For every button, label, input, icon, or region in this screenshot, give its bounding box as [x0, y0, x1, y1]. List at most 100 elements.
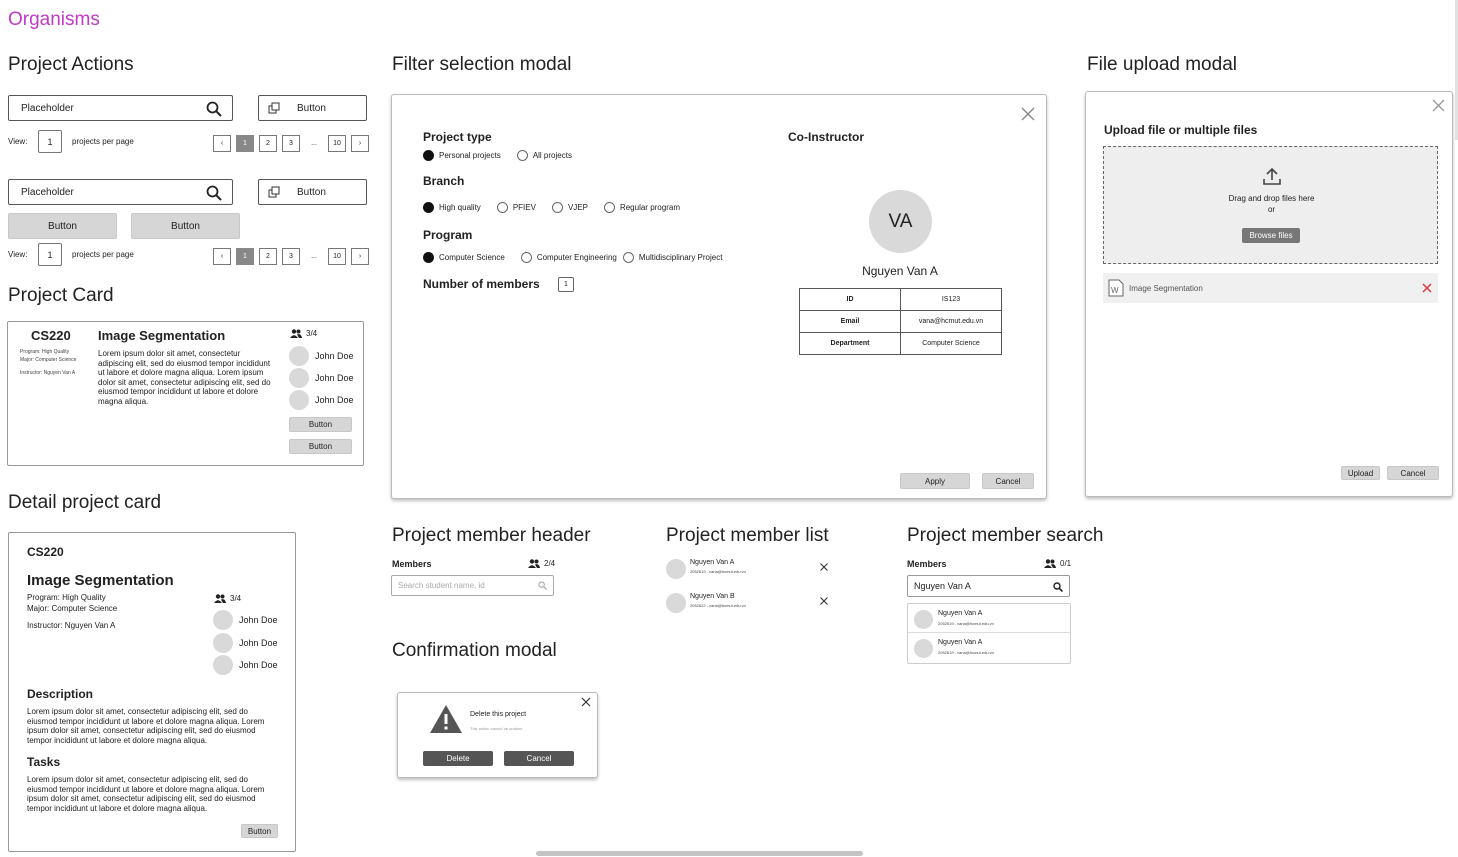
radio-dot	[423, 252, 434, 263]
action-button-label: Button	[297, 186, 326, 198]
detail-instructor: Instructor: Nguyen Van A	[27, 621, 116, 630]
radio-multidisciplinary-project[interactable]: Multidisciplinary Project	[622, 252, 722, 263]
close-icon[interactable]	[1432, 99, 1445, 112]
close-icon[interactable]	[1021, 107, 1035, 121]
info-row: ID IS123	[799, 288, 1002, 311]
card-button[interactable]: Button	[289, 417, 352, 432]
card-button[interactable]: Button	[289, 439, 352, 454]
member-item: John Doe	[289, 390, 354, 410]
action-button[interactable]: Button	[258, 179, 367, 205]
page-next-button[interactable]: ›	[351, 135, 369, 152]
page-ellipsis: ...	[305, 135, 323, 152]
page-button[interactable]: 1	[236, 248, 254, 265]
search-icon[interactable]	[1053, 582, 1063, 592]
member-name: John Doe	[315, 395, 354, 405]
radio-personal-projects[interactable]: Personal projects	[423, 150, 501, 161]
browse-files-button[interactable]: Browse files	[1242, 228, 1300, 243]
cancel-button[interactable]: Cancel	[504, 751, 574, 766]
search-input[interactable]: Placeholder	[8, 95, 233, 121]
view-label: View:	[8, 250, 28, 259]
view-label: View:	[8, 137, 28, 146]
page-prev-button[interactable]: ‹	[213, 248, 231, 265]
horizontal-scrollbar[interactable]	[536, 851, 863, 856]
result-detail: 2052619 - vana@hcmut.edu.vn	[938, 621, 994, 626]
detail-button[interactable]: Button	[241, 824, 278, 838]
branch-label: Branch	[423, 174, 465, 188]
apply-button[interactable]: Apply	[900, 473, 970, 489]
search-placeholder: Placeholder	[21, 186, 74, 198]
radio-all-projects[interactable]: All projects	[516, 150, 572, 161]
radio-pfiev[interactable]: PFIEV	[496, 202, 536, 213]
program-options: Computer Science Computer Engineering Mult…	[423, 250, 738, 268]
drop-zone[interactable]: Drag and drop files here or Browse files	[1103, 146, 1438, 264]
radio-label: PFIEV	[512, 203, 536, 212]
info-value: Computer Science	[900, 332, 1002, 355]
members-number-label: Number of members	[423, 277, 540, 291]
project-name: Image Segmentation	[98, 328, 226, 343]
upload-button[interactable]: Upload	[1341, 466, 1380, 480]
search-icon[interactable]	[206, 101, 222, 117]
radio-computer-science[interactable]: Computer Science	[423, 252, 505, 263]
cancel-button[interactable]: Cancel	[982, 473, 1034, 489]
project-card-title: Project Card	[8, 285, 114, 306]
per-page-input[interactable]: 1	[38, 243, 62, 266]
result-name: Nguyen Van A	[938, 639, 983, 646]
member-name: John Doe	[315, 351, 354, 361]
radio-label: All projects	[532, 151, 572, 160]
program-label: Program	[423, 228, 473, 242]
search-icon[interactable]	[206, 185, 222, 201]
member-detail: 2052622 - vanb@hcmut.edu.vn	[690, 603, 746, 608]
page-button[interactable]: 3	[282, 135, 300, 152]
users-icon	[214, 594, 226, 603]
radio-dot	[423, 202, 434, 213]
page-button[interactable]: 10	[328, 135, 346, 152]
per-page-label: projects per page	[72, 250, 134, 259]
members-number-input[interactable]: 1	[558, 277, 574, 292]
filter-modal-title: Filter selection modal	[392, 54, 572, 75]
member-search-input[interactable]: Search student name, id	[391, 575, 554, 596]
radio-high-quality[interactable]: High quality	[423, 202, 481, 213]
remove-member-icon[interactable]	[820, 597, 828, 605]
per-page-input[interactable]: 1	[38, 130, 62, 153]
page-button[interactable]: 10	[328, 248, 346, 265]
delete-button[interactable]: Delete	[423, 751, 493, 766]
member-search-placeholder: Search student name, id	[398, 581, 485, 590]
close-icon[interactable]	[581, 697, 591, 707]
member-count: 3/4	[214, 594, 241, 603]
page-button[interactable]: 2	[259, 248, 277, 265]
member-search-value: Nguyen Van A	[914, 581, 971, 591]
cancel-button[interactable]: Cancel	[1387, 466, 1439, 480]
upload-heading: Upload file or multiple files	[1104, 123, 1258, 137]
grey-button[interactable]: Button	[131, 213, 240, 239]
project-card[interactable]: CS220 Program: High Quality Major: Compu…	[7, 321, 364, 466]
page-next-button[interactable]: ›	[351, 248, 369, 265]
remove-file-icon[interactable]	[1422, 283, 1432, 293]
member-item: John Doe	[213, 655, 278, 675]
page-button[interactable]: 3	[282, 248, 300, 265]
remove-member-icon[interactable]	[820, 563, 828, 571]
project-description: Lorem ipsum dolor sit amet, consectetur …	[98, 349, 271, 406]
member-count-value: 3/4	[306, 329, 318, 338]
result-name: Nguyen Van A	[938, 610, 983, 617]
radio-vjep[interactable]: VJEP	[551, 202, 588, 213]
action-button[interactable]: Button	[258, 95, 367, 121]
radio-dot	[603, 202, 615, 213]
member-search-input[interactable]: Nguyen Van A	[907, 575, 1070, 597]
radio-regular-program[interactable]: Regular program	[603, 202, 680, 213]
page-button[interactable]: 2	[259, 135, 277, 152]
search-result-item[interactable]: Nguyen Van A 2052619 - vana@hcmut.edu.vn	[908, 633, 1070, 663]
page-prev-button[interactable]: ‹	[213, 135, 231, 152]
document-icon: W	[1108, 279, 1124, 297]
members-label: Members	[907, 559, 947, 569]
search-input[interactable]: Placeholder	[8, 179, 233, 205]
search-result-item[interactable]: Nguyen Van A 2052619 - vana@hcmut.edu.vn	[908, 604, 1070, 633]
search-icon[interactable]	[538, 581, 547, 590]
radio-computer-engineering[interactable]: Computer Engineering	[520, 252, 617, 263]
grey-button[interactable]: Button	[8, 213, 117, 239]
instructor-name: Nguyen Van A	[862, 264, 938, 278]
radio-label: Computer Science	[439, 253, 505, 262]
radio-label: VJEP	[567, 203, 588, 212]
copy-icon	[268, 186, 280, 198]
page-button[interactable]: 1	[236, 135, 254, 152]
list-item: Nguyen Van B 2052622 - vanb@hcmut.edu.vn	[666, 591, 836, 615]
